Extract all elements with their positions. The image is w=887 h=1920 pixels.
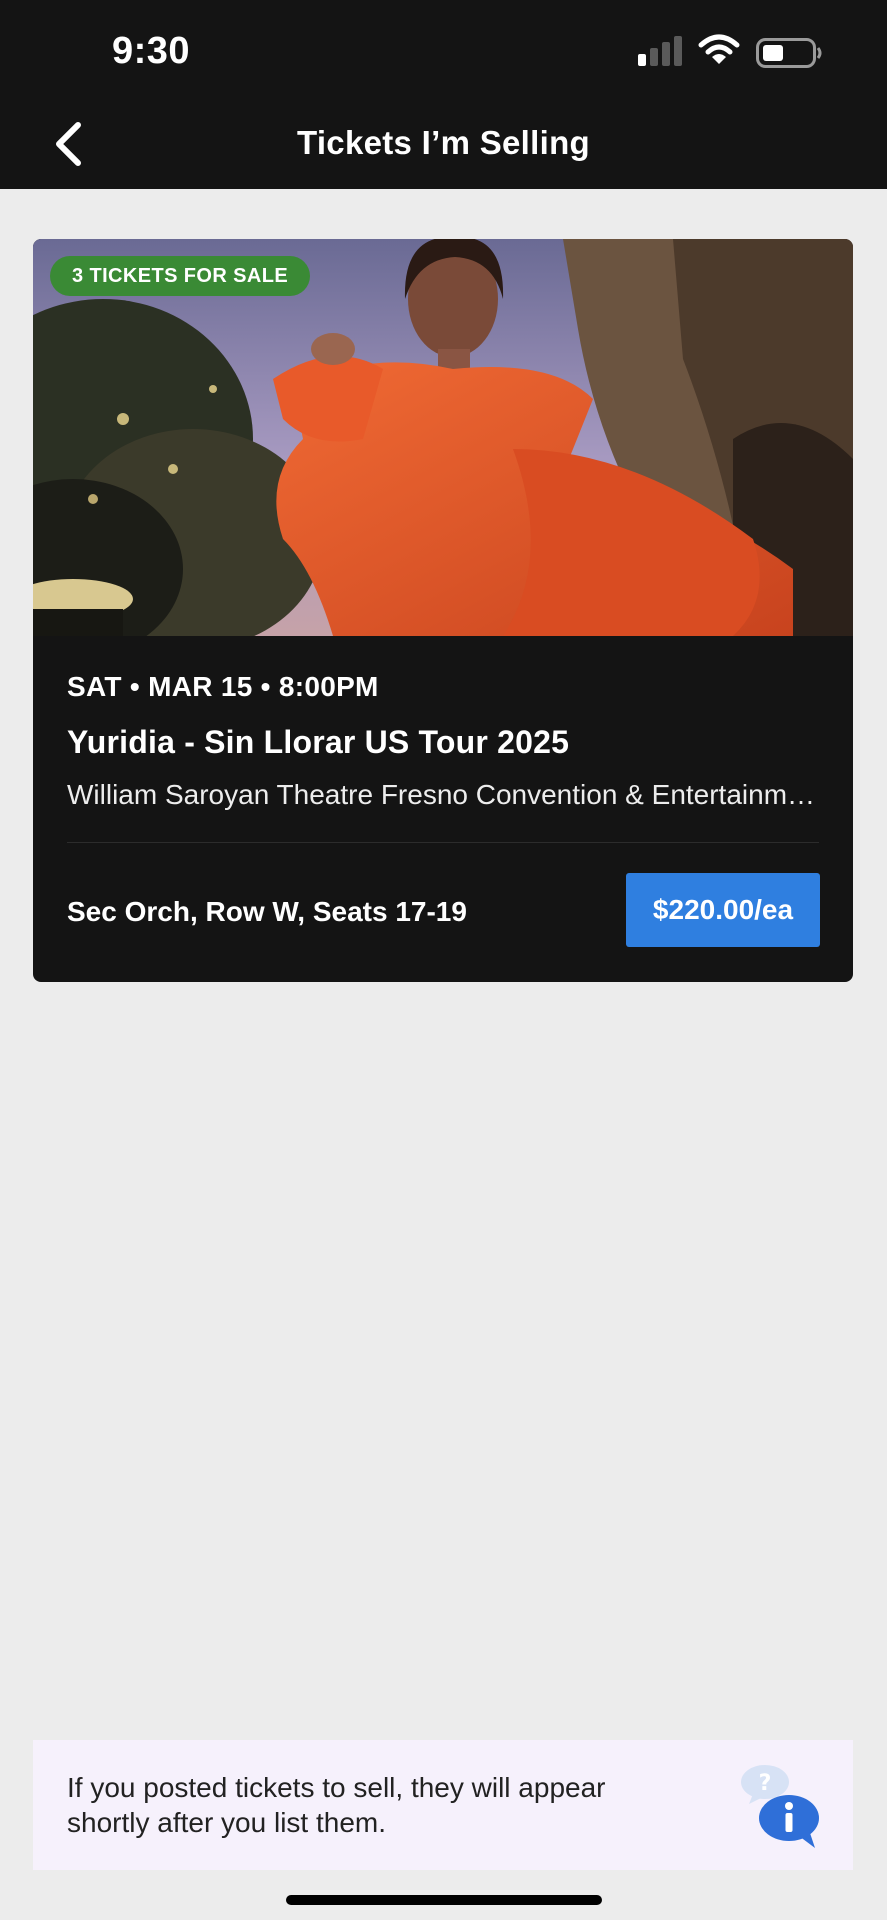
- wifi-icon: [698, 34, 740, 64]
- event-venue: William Saroyan Theatre Fresno Conventio…: [67, 779, 827, 810]
- status-time: 9:30: [112, 30, 191, 72]
- nav-bar: Tickets I’m Selling: [0, 100, 887, 189]
- divider: [67, 842, 819, 843]
- event-image: [33, 239, 853, 636]
- page-title: Tickets I’m Selling: [296, 124, 591, 161]
- home-indicator: [286, 1895, 602, 1905]
- info-banner: If you posted tickets to sell, they will…: [33, 1740, 853, 1870]
- info-text: If you posted tickets to sell, they will…: [67, 1772, 606, 1838]
- ticket-listing-card[interactable]: 3 TICKETS FOR SALE SAT • MAR 15 • 8:00PM…: [33, 239, 853, 982]
- seat-info: Sec Orch, Row W, Seats 17-19: [67, 896, 467, 927]
- price-button[interactable]: $220.00/ea: [626, 873, 820, 947]
- signal-icon: [638, 36, 682, 66]
- battery-icon: [756, 38, 822, 68]
- status-bar: 9:30: [0, 0, 887, 100]
- tickets-for-sale-badge: 3 TICKETS FOR SALE: [50, 256, 311, 296]
- event-date: SAT • MAR 15 • 8:00PM: [67, 671, 379, 702]
- help-chat-icon[interactable]: ?: [739, 1760, 829, 1850]
- svg-text:?: ?: [759, 1771, 772, 1796]
- event-name: Yuridia - Sin Llorar US Tour 2025: [67, 724, 570, 760]
